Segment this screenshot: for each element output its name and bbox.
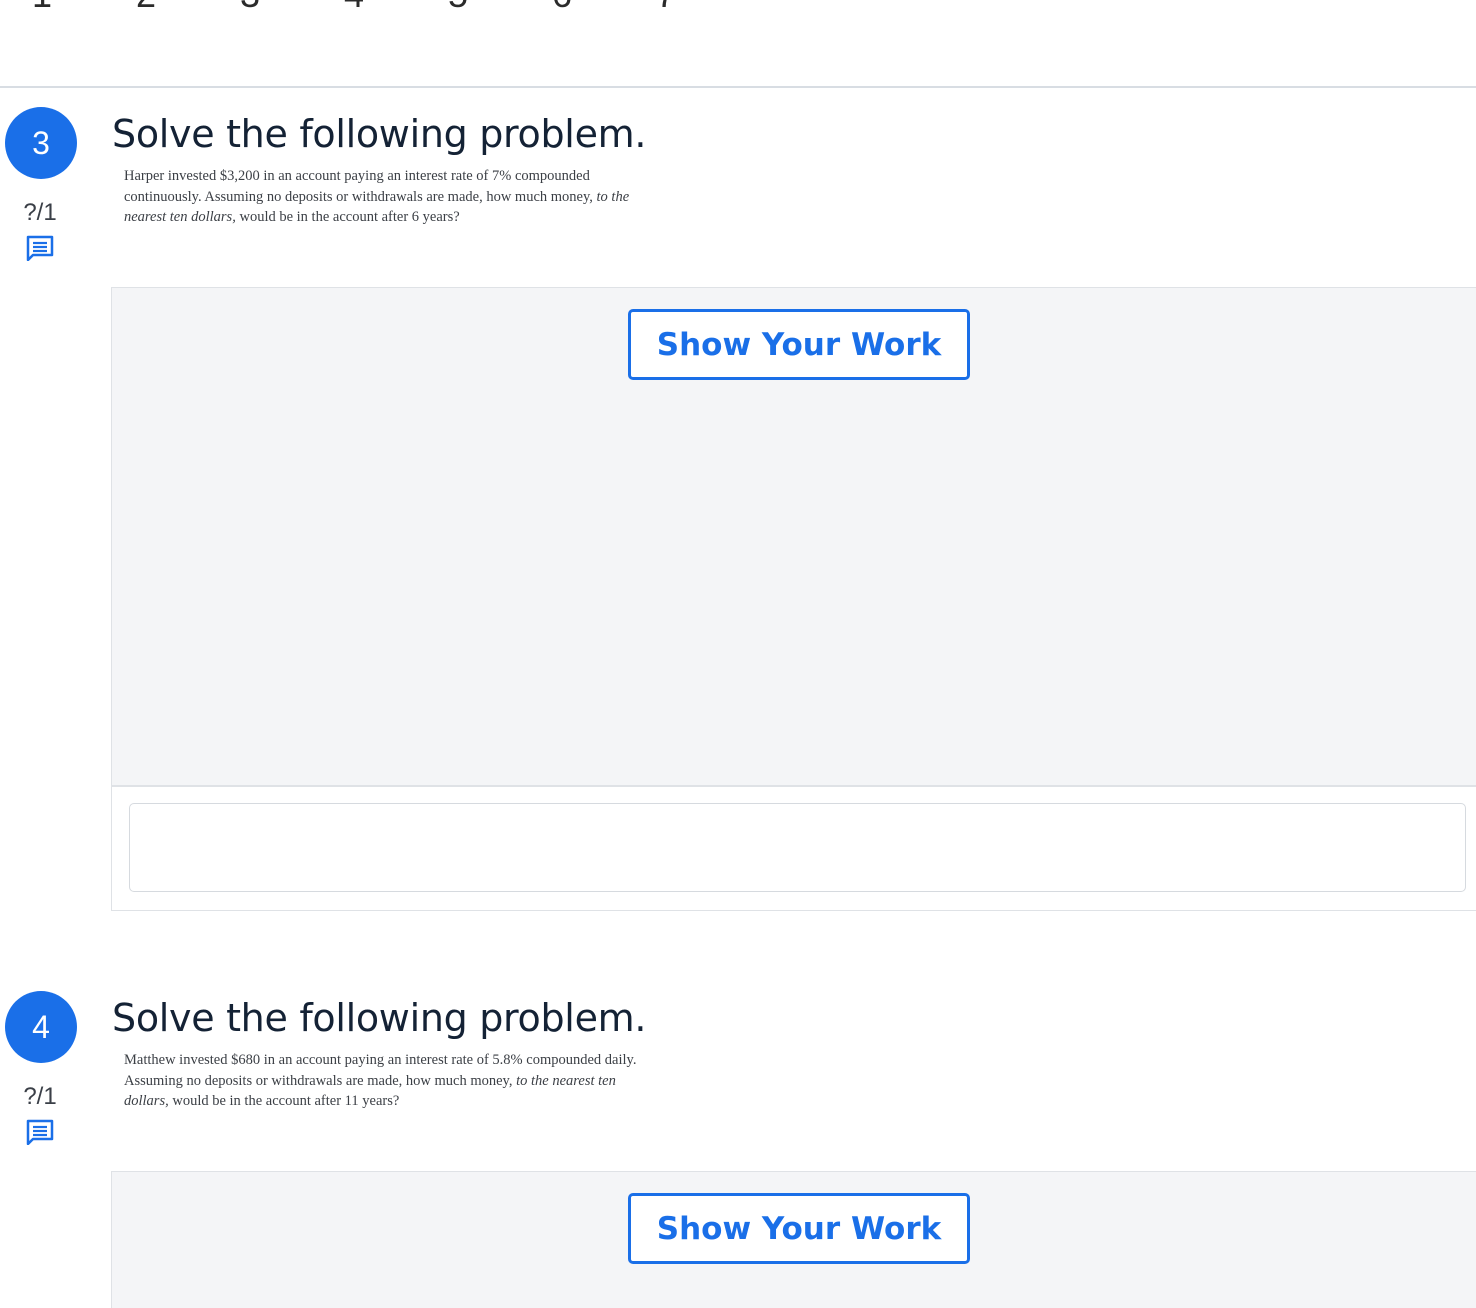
work-panel: Show Your Work: [111, 287, 1476, 786]
question-text-plain: Harper invested $3,200 in an account pay…: [124, 168, 593, 205]
divider: [0, 86, 1476, 88]
question-title: Solve the following problem.: [112, 996, 647, 1040]
question-score: ?/1: [23, 199, 57, 226]
work-panel: Show Your Work: [111, 1171, 1476, 1308]
question-pager: 1 2 3 4 5 6 7: [0, 0, 1476, 86]
question-score: ?/1: [23, 1083, 57, 1110]
question-title: Solve the following problem.: [112, 112, 647, 156]
show-your-work-button[interactable]: Show Your Work: [628, 309, 970, 380]
pager-item-4[interactable]: 4: [334, 0, 374, 16]
comment-icon[interactable]: [26, 1119, 54, 1145]
question-text-end: would be in the account after 6 years?: [239, 209, 460, 225]
answer-input[interactable]: [129, 803, 1466, 892]
answer-area: [111, 786, 1476, 911]
question-number-badge: 3: [5, 107, 77, 179]
pager-item-1[interactable]: 1: [22, 0, 62, 16]
question-text: Matthew invested $680 in an account payi…: [124, 1050, 664, 1112]
question-text: Harper invested $3,200 in an account pay…: [124, 166, 664, 228]
pager-item-6[interactable]: 6: [542, 0, 582, 16]
pager-item-2[interactable]: 2: [126, 0, 166, 16]
question-number-badge: 4: [5, 991, 77, 1063]
comment-icon[interactable]: [26, 235, 54, 261]
show-your-work-button[interactable]: Show Your Work: [628, 1193, 970, 1264]
pager-item-5[interactable]: 5: [438, 0, 478, 16]
question-text-end: would be in the account after 11 years?: [172, 1093, 400, 1109]
pager-item-7[interactable]: 7: [646, 0, 686, 16]
pager-item-3[interactable]: 3: [230, 0, 270, 16]
